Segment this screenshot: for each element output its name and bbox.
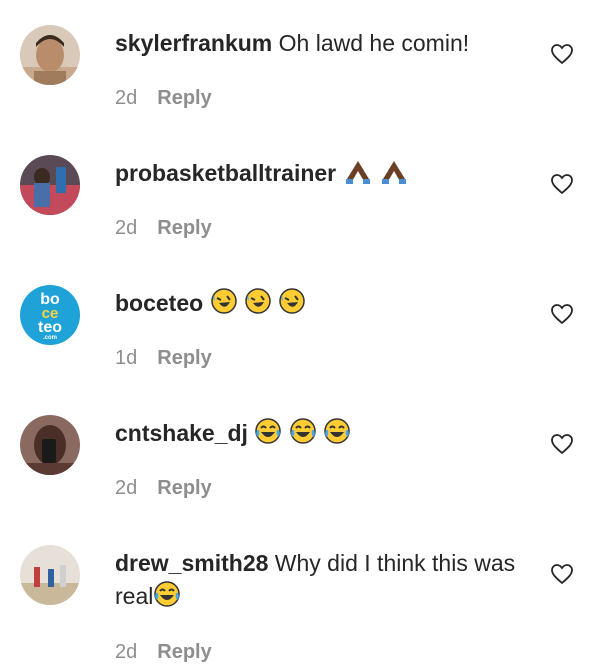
reply-button[interactable]: Reply <box>157 641 211 663</box>
comment-username[interactable]: drew_smith28 <box>115 550 268 576</box>
folded-hands-icon-2 <box>381 161 406 184</box>
reply-button[interactable]: Reply <box>157 217 211 239</box>
comment-meta: 1d Reply <box>115 347 212 370</box>
logo-text-4: .com <box>42 335 57 341</box>
avatar-image <box>20 155 80 215</box>
tears-of-joy-icon <box>254 417 351 454</box>
heart-icon[interactable] <box>550 562 574 586</box>
tears-of-joy-icon-1 <box>154 581 181 607</box>
comment-username[interactable]: skylerfrankum <box>115 30 272 56</box>
reply-button[interactable]: Reply <box>157 477 211 499</box>
avatar-drew-smith28[interactable] <box>20 545 80 605</box>
comment-time[interactable]: 1d <box>115 347 137 369</box>
rofl-icon <box>210 287 307 324</box>
rofl-icon-1 <box>210 288 237 314</box>
comment-body: boceteo <box>115 287 535 324</box>
heart-icon[interactable] <box>550 432 574 456</box>
comment-time[interactable]: 2d <box>115 641 137 663</box>
comment-meta: 2d Reply <box>115 87 212 110</box>
avatar-boceteo[interactable]: bo ce teo .com <box>20 285 80 345</box>
tears-of-joy-icon-1 <box>255 418 282 444</box>
comment-username[interactable]: cntshake_dj <box>115 420 248 446</box>
comment-meta: 2d Reply <box>115 477 212 500</box>
comment-time[interactable]: 2d <box>115 87 137 109</box>
comment-time[interactable]: 2d <box>115 217 137 239</box>
rofl-icon-3 <box>279 288 306 314</box>
avatar-cntshake-dj[interactable] <box>20 415 80 475</box>
tears-of-joy-icon <box>153 580 181 617</box>
tears-of-joy-icon-2 <box>289 418 316 444</box>
logo-text-3: teo <box>38 319 62 336</box>
comment-body: probasketballtrainer <box>115 157 535 194</box>
comment-username[interactable]: probasketballtrainer <box>115 160 336 186</box>
avatar-image <box>20 545 80 605</box>
comment-meta: 2d Reply <box>115 217 212 240</box>
heart-icon[interactable] <box>550 302 574 326</box>
avatar-image <box>20 25 80 85</box>
boceteo-logo: bo ce teo .com <box>20 292 80 342</box>
comment-body: drew_smith28 Why did I think this was re… <box>115 547 535 617</box>
comment-body: cntshake_dj <box>115 417 535 454</box>
heart-icon[interactable] <box>550 42 574 66</box>
comment-username[interactable]: boceteo <box>115 290 203 316</box>
comment-time[interactable]: 2d <box>115 477 137 499</box>
avatar-image <box>20 415 80 475</box>
reply-button[interactable]: Reply <box>157 87 211 109</box>
folded-hands-icon-1 <box>345 161 370 184</box>
avatar-probasketballtrainer[interactable] <box>20 155 80 215</box>
heart-icon[interactable] <box>550 172 574 196</box>
folded-hands-icon <box>343 159 409 194</box>
comment-body: skylerfrankum Oh lawd he comin! <box>115 27 535 60</box>
reply-button[interactable]: Reply <box>157 347 211 369</box>
comment-text: Oh lawd he comin! <box>278 30 470 56</box>
rofl-icon-2 <box>245 288 271 314</box>
avatar-skylerfrankum[interactable] <box>20 25 80 85</box>
tears-of-joy-icon-3 <box>324 418 350 444</box>
comment-meta: 2d Reply <box>115 641 212 664</box>
